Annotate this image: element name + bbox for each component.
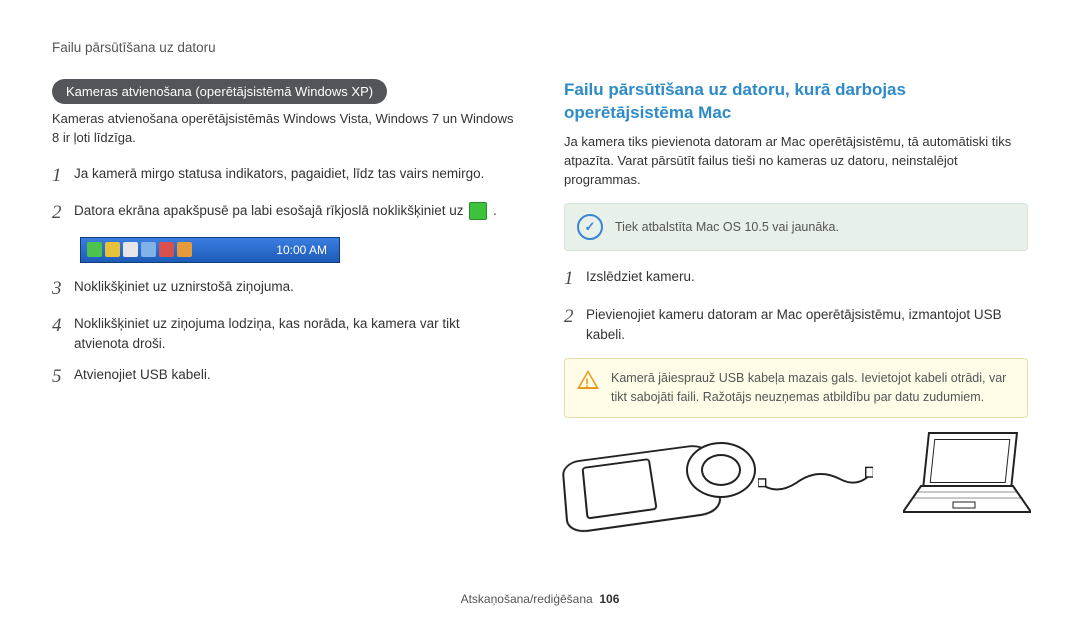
windows-taskbar-illustration: 10:00 AM xyxy=(80,237,340,263)
section-pill: Kameras atvienošana (operētājsistēmā Win… xyxy=(52,79,387,104)
steps-list-right: 1 Izslēdziet kameru. 2 Pievienojiet kame… xyxy=(564,265,1028,344)
steps-list-left-continued: 3 Noklikšķiniet uz uznirstošā ziņojuma. … xyxy=(52,275,516,391)
step-number-1: 1 xyxy=(564,265,586,293)
step-text: Izslēdziet kameru. xyxy=(586,265,1028,287)
footer-page-number: 106 xyxy=(599,592,619,606)
section-intro: Ja kamera tiks pievienota datoram ar Mac… xyxy=(564,133,1028,190)
info-text: Tiek atbalstīta Mac OS 10.5 vai jaunāka. xyxy=(615,220,839,234)
step-number-2: 2 xyxy=(52,199,74,227)
tray-icon xyxy=(141,242,156,257)
section-title: Failu pārsūtīšana uz datoru, kurā darboj… xyxy=(564,79,1028,125)
step-number-4: 4 xyxy=(52,312,74,340)
step-text: Ja kamerā mirgo statusa indikators, paga… xyxy=(74,162,516,184)
safely-remove-hardware-icon xyxy=(469,202,487,220)
left-column: Kameras atvienošana (operētājsistēmā Win… xyxy=(52,79,516,522)
tray-icon xyxy=(123,242,138,257)
tray-icons xyxy=(87,242,192,257)
tray-icon xyxy=(159,242,174,257)
step-number-2: 2 xyxy=(564,303,586,331)
warning-callout: ! Kamerā jāiesprauž USB kabeļa mazais ga… xyxy=(564,358,1028,418)
step-text: Noklikšķiniet uz uznirstošā ziņojuma. xyxy=(74,275,516,297)
warning-text: Kamerā jāiesprauž USB kabeļa mazais gals… xyxy=(611,369,1015,407)
info-callout: ✓ Tiek atbalstīta Mac OS 10.5 vai jaunāk… xyxy=(564,203,1028,251)
step-text-part: Datora ekrāna apakšpusē pa labi esošajā … xyxy=(74,203,467,218)
page-header: Failu pārsūtīšana uz datoru xyxy=(52,40,1028,55)
step-text: Noklikšķiniet uz ziņojuma lodziņa, kas n… xyxy=(74,312,516,353)
camera-drawing xyxy=(564,432,728,522)
step-number-1: 1 xyxy=(52,162,74,190)
tray-icon xyxy=(87,242,102,257)
step-text-part: . xyxy=(493,203,497,218)
section-subtext: Kameras atvienošana operētājsistēmās Win… xyxy=(52,110,516,148)
tray-icon xyxy=(105,242,120,257)
warning-icon: ! xyxy=(577,370,599,389)
laptop-drawing xyxy=(903,432,1028,522)
footer-section: Atskaņošana/rediģēšana xyxy=(461,592,593,606)
info-icon: ✓ xyxy=(577,214,603,240)
step-text: Pievienojiet kameru datoram ar Mac operē… xyxy=(586,303,1028,344)
step-text: Atvienojiet USB kabeli. xyxy=(74,363,516,385)
step-number-3: 3 xyxy=(52,275,74,303)
right-column: Failu pārsūtīšana uz datoru, kurā darboj… xyxy=(564,79,1028,522)
camera-laptop-illustration xyxy=(564,432,1028,522)
taskbar-clock: 10:00 AM xyxy=(276,243,327,257)
step-text: Datora ekrāna apakšpusē pa labi esošajā … xyxy=(74,199,516,221)
tray-icon xyxy=(177,242,192,257)
steps-list-left: 1 Ja kamerā mirgo statusa indikators, pa… xyxy=(52,162,516,227)
step-number-5: 5 xyxy=(52,363,74,391)
page-footer: Atskaņošana/rediģēšana 106 xyxy=(0,592,1080,606)
usb-cable-drawing xyxy=(758,453,873,501)
